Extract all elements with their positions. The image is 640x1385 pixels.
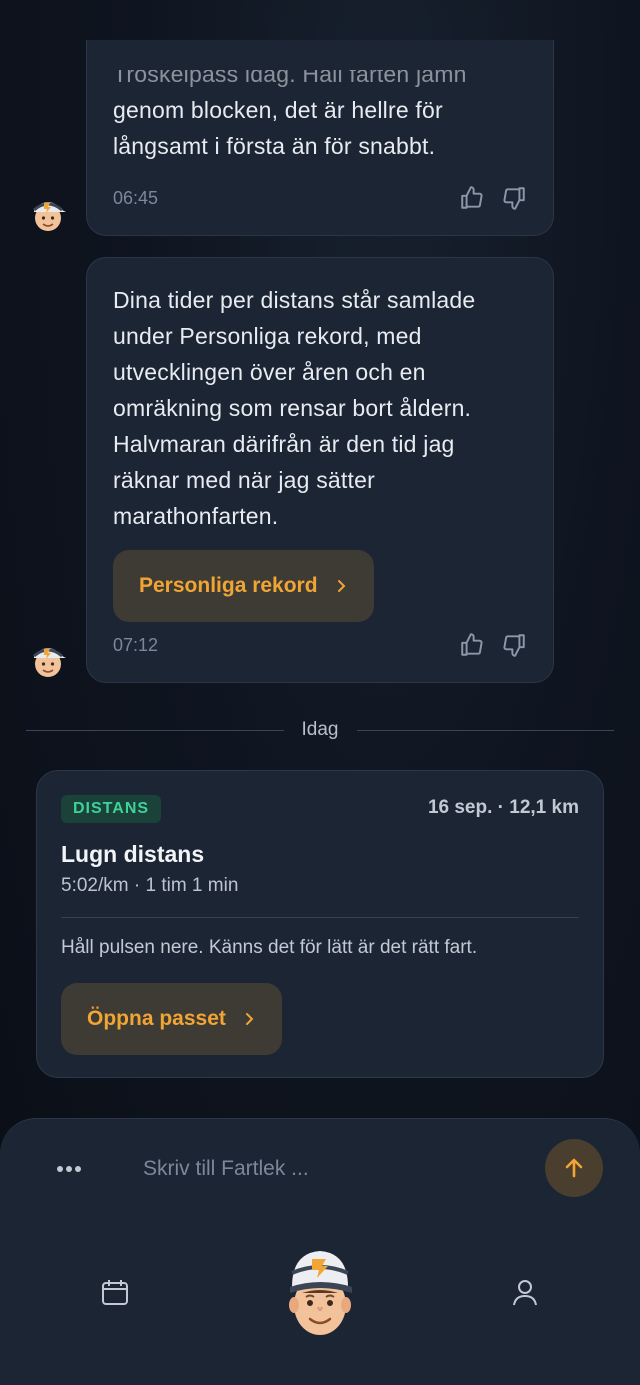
more-dots-icon[interactable]: [56, 1159, 82, 1179]
workout-type-badge: DISTANS: [61, 795, 162, 823]
open-workout-button[interactable]: Öppna passet: [61, 983, 282, 1055]
mascot-avatar-icon: [33, 202, 66, 231]
user-icon[interactable]: [510, 1277, 540, 1307]
open-workout-label: Öppna passet: [87, 1007, 226, 1030]
personal-records-button[interactable]: Personliga rekord: [113, 550, 374, 622]
thumbs-down-icon[interactable]: [501, 632, 527, 658]
chat-message: Dina tider per distans står samlade unde…: [86, 257, 554, 683]
date-divider: Idag: [26, 715, 615, 745]
message-input[interactable]: [143, 1151, 523, 1187]
message-text: genom blocken, det är hellre för långsam…: [113, 97, 443, 159]
thumbs-up-icon[interactable]: [459, 632, 485, 658]
bottom-panel: [0, 1118, 640, 1385]
chat-screen: Tröskelpass idag. Håll farten jämn genom…: [0, 0, 640, 1385]
workout-description: Håll pulsen nere. Känns det för lätt är …: [61, 937, 478, 958]
message-time: 06:45: [113, 187, 159, 208]
arrow-up-icon: [565, 1158, 583, 1178]
message-text: Dina tider per distans står samlade unde…: [113, 287, 476, 529]
message-text-faded: Tröskelpass idag. Håll farten jämn: [113, 70, 467, 87]
workout-date-distance: 16 sep. · 12,1 km: [427, 797, 579, 818]
mascot-avatar-icon: [33, 648, 66, 677]
personal-records-label: Personliga rekord: [139, 574, 318, 597]
chevron-right-icon: [245, 1013, 254, 1025]
chevron-right-icon: [337, 580, 345, 592]
card-divider: [61, 917, 579, 918]
mascot-home-icon[interactable]: [280, 1243, 360, 1343]
message-time: 07:12: [113, 634, 159, 655]
thumbs-down-icon[interactable]: [501, 185, 527, 211]
workout-card[interactable]: DISTANS 16 sep. · 12,1 km Lugn distans 5…: [36, 770, 604, 1078]
calendar-icon[interactable]: [100, 1277, 130, 1307]
workout-title: Lugn distans: [61, 841, 205, 867]
send-button[interactable]: [545, 1139, 603, 1197]
thumbs-up-icon[interactable]: [459, 185, 485, 211]
date-divider-label: Idag: [301, 719, 339, 740]
workout-pace-duration: 5:02/km · 1 tim 1 min: [61, 875, 239, 896]
chat-message: Tröskelpass idag. Håll farten jämn genom…: [86, 40, 554, 236]
